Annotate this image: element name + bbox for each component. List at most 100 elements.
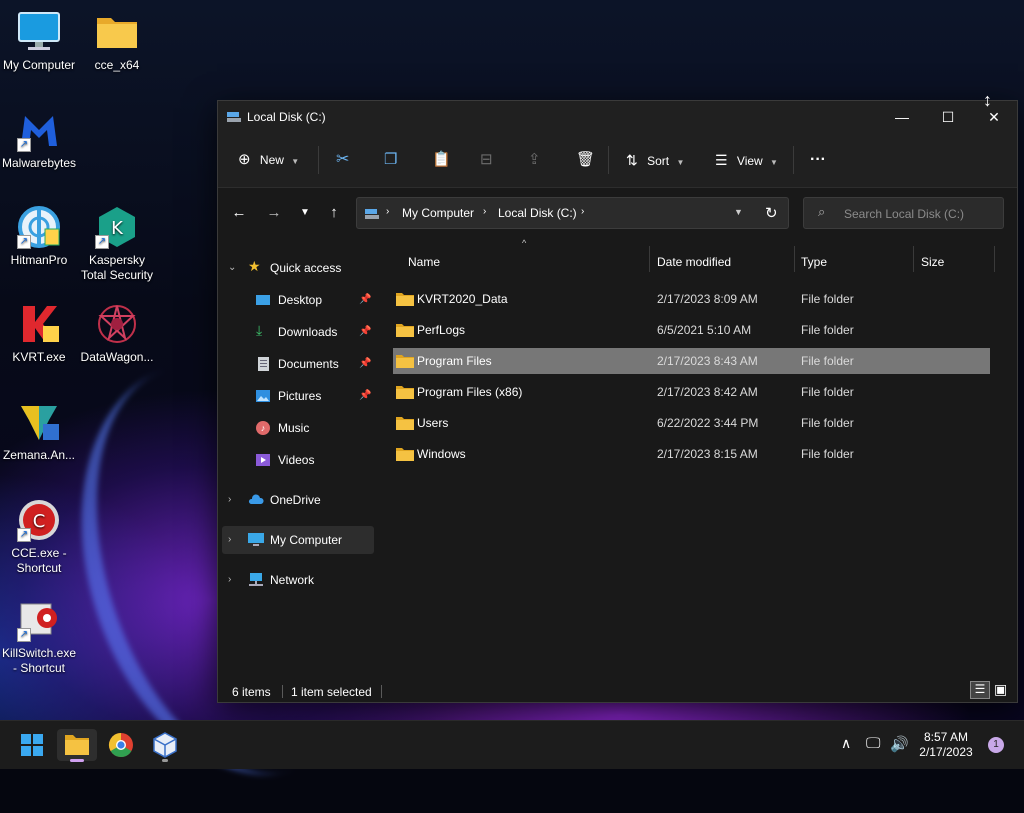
notification-badge[interactable]: 1 <box>988 737 1004 753</box>
nav-item-pictures[interactable]: Pictures 📌 <box>222 382 374 410</box>
address-dropdown-icon[interactable]: ▼ <box>734 207 743 217</box>
volume-icon[interactable]: 🔊 <box>890 735 909 753</box>
rename-icon[interactable]: ⊟ <box>480 149 493 171</box>
folder-icon <box>95 10 139 54</box>
nav-onedrive[interactable]: › OneDrive <box>222 486 374 514</box>
breadcrumb-my-computer[interactable]: My Computer <box>402 206 474 220</box>
column-header-size[interactable]: Size <box>921 246 944 278</box>
search-box[interactable]: ⌕ <box>803 197 1004 229</box>
share-icon[interactable]: ⇪ <box>528 149 541 171</box>
title-bar[interactable]: Local Disk (C:) — ☐ ✕ <box>218 101 1017 133</box>
recent-locations-button[interactable]: ▼ <box>293 201 317 225</box>
shortcut-arrow-icon: ↗ <box>17 235 31 249</box>
search-input[interactable] <box>842 205 996 223</box>
desktop-icon-kvrt[interactable]: KVRT.exe <box>0 302 78 365</box>
details-view-icon[interactable]: ☰ <box>970 681 990 699</box>
forward-button[interactable]: → <box>262 201 286 225</box>
desktop-icon-datawagon[interactable]: DataWagon... <box>78 302 156 365</box>
breadcrumb-chevron-icon: › <box>581 206 585 217</box>
nav-item-downloads[interactable]: ⤓ Downloads 📌 <box>222 318 374 346</box>
desktop-icon-my-computer[interactable]: My Computer <box>0 10 78 73</box>
folder-icon <box>396 417 414 430</box>
file-date: 2/17/2023 8:15 AM <box>657 447 758 461</box>
close-button[interactable]: ✕ <box>971 101 1017 133</box>
desktop-icon-kaspersky[interactable]: K ↗ Kaspersky Total Security <box>78 205 156 283</box>
nav-item-desktop[interactable]: Desktop 📌 <box>222 286 374 314</box>
cut-icon[interactable]: ✂ <box>336 149 349 171</box>
file-row[interactable]: Program Files (x86) 2/17/2023 8:42 AM Fi… <box>393 379 990 405</box>
nav-my-computer[interactable]: › My Computer <box>222 526 374 554</box>
more-options-button[interactable]: ··· <box>810 149 826 171</box>
pin-icon[interactable]: 📌 <box>359 286 371 314</box>
pin-icon[interactable]: 📌 <box>359 318 371 346</box>
column-header-type[interactable]: Type <box>801 246 827 278</box>
chevron-down-icon: ▼ <box>291 157 300 166</box>
desktop-icon-killswitch[interactable]: ↗ KillSwitch.exe - Shortcut <box>0 598 78 676</box>
file-row[interactable]: KVRT2020_Data 2/17/2023 8:09 AM File fol… <box>393 286 990 312</box>
desktop-icon-zemana[interactable]: Zemana.An... <box>0 400 78 463</box>
video-icon <box>256 454 270 466</box>
nav-item-videos[interactable]: Videos <box>222 446 374 474</box>
item-count: 6 items <box>232 685 271 699</box>
chevron-down-icon: ⌄ <box>228 262 237 273</box>
pin-icon[interactable]: 📌 <box>359 382 371 410</box>
file-name: Windows <box>417 447 466 461</box>
file-type: File folder <box>801 447 854 461</box>
tiles-view-icon[interactable]: ▣ <box>994 681 1007 697</box>
maximize-button[interactable]: ☐ <box>925 101 971 133</box>
desktop-icon-malwarebytes[interactable]: ↗ Malwarebytes <box>0 108 78 171</box>
file-row[interactable]: Windows 2/17/2023 8:15 AM File folder <box>393 441 990 467</box>
desktop-icon-label: Malwarebytes <box>1 156 77 170</box>
nav-label: Documents <box>278 357 339 371</box>
file-row[interactable]: PerfLogs 6/5/2021 5:10 AM File folder <box>393 317 990 343</box>
toolbar-separator <box>793 146 794 174</box>
nav-network[interactable]: › Network <box>222 566 374 594</box>
copy-icon[interactable]: ❐ <box>384 149 397 171</box>
minimize-button[interactable]: — <box>879 101 925 133</box>
selection-count: 1 item selected <box>291 685 372 699</box>
new-label: New <box>259 153 284 167</box>
nav-item-documents[interactable]: Documents 📌 <box>222 350 374 378</box>
address-bar[interactable]: › My Computer › Local Disk (C:) › ▼ ↻ <box>356 197 789 229</box>
music-icon: ♪ <box>256 421 270 435</box>
column-header-name[interactable]: Name <box>408 246 440 278</box>
back-button[interactable]: ← <box>227 201 251 225</box>
folder-icon <box>396 386 414 399</box>
chevron-right-icon: › <box>228 574 232 585</box>
delete-icon[interactable]: 🗑 <box>576 149 595 171</box>
desktop-icon-label: HitmanPro <box>10 253 68 267</box>
sort-arrows-icon: ⇅ <box>626 152 638 168</box>
refresh-icon[interactable]: ↻ <box>765 204 778 222</box>
new-button[interactable]: ⊕ New ▼ <box>238 149 299 171</box>
document-icon <box>258 357 269 371</box>
taskbar-chrome[interactable] <box>101 729 141 761</box>
nav-quick-access[interactable]: ⌄ ★ Quick access <box>222 254 374 282</box>
chevron-down-icon: ▼ <box>770 158 778 167</box>
sort-button[interactable]: ⇅ Sort ▼ <box>626 149 684 171</box>
nav-label: Pictures <box>278 389 322 403</box>
view-button[interactable]: ☰ View ▼ <box>715 149 778 171</box>
nav-item-music[interactable]: ♪ Music <box>222 414 374 442</box>
desktop-icon-cce-shortcut[interactable]: C ↗ CCE.exe - Shortcut <box>0 498 78 576</box>
breadcrumb-local-disk[interactable]: Local Disk (C:) <box>498 206 577 220</box>
file-row[interactable]: Users 6/22/2022 3:44 PM File folder <box>393 410 990 436</box>
chevron-up-icon[interactable]: ∧ <box>841 735 851 752</box>
clock[interactable]: 8:57 AM 2/17/2023 <box>916 730 976 760</box>
file-type: File folder <box>801 292 854 306</box>
desktop-icon-cce-x64[interactable]: cce_x64 <box>78 10 156 73</box>
paste-icon[interactable]: 📋 <box>432 149 451 171</box>
breadcrumb-chevron-icon: › <box>483 206 487 217</box>
network-status-icon[interactable]: 🖵 <box>866 735 880 752</box>
taskbar-file-explorer[interactable] <box>57 729 97 762</box>
column-header-date[interactable]: Date modified <box>657 246 731 278</box>
up-button[interactable]: ↑ <box>322 201 346 225</box>
desktop-icon-hitmanpro[interactable]: ↗ HitmanPro <box>0 205 78 268</box>
file-row-selected[interactable]: Program Files 2/17/2023 8:43 AM File fol… <box>393 348 990 374</box>
running-indicator <box>162 759 168 762</box>
view-label: View <box>736 154 763 168</box>
cce-icon: C ↗ <box>17 498 61 542</box>
start-button[interactable] <box>12 729 52 761</box>
pin-icon[interactable]: 📌 <box>359 350 371 378</box>
taskbar-app[interactable] <box>145 729 185 762</box>
nav-label: OneDrive <box>270 493 321 507</box>
